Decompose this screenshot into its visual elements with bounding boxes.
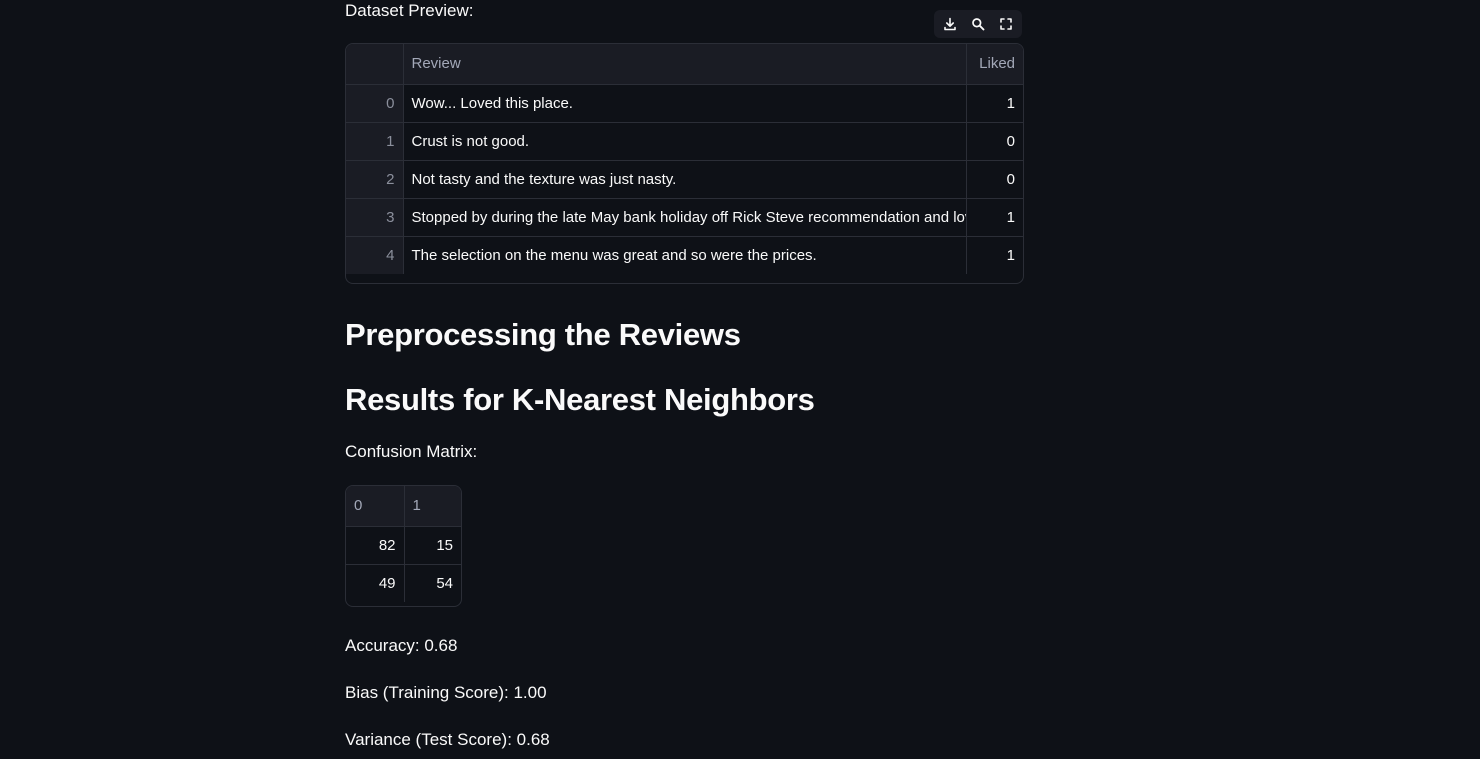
matrix-cell[interactable]: 49 (346, 564, 405, 602)
row-index: 0 (346, 84, 404, 123)
fullscreen-button[interactable] (994, 12, 1018, 36)
liked-cell[interactable]: 1 (966, 198, 1023, 237)
review-cell[interactable]: The selection on the menu was great and … (403, 236, 967, 274)
accuracy-text: Accuracy: 0.68 (345, 636, 458, 655)
table-row: 4 The selection on the menu was great an… (346, 236, 1023, 274)
table-header-row: 0 1 (346, 486, 461, 527)
liked-cell[interactable]: 0 (966, 122, 1023, 161)
table-row: 0 Wow... Loved this place. 1 (346, 84, 1023, 123)
liked-column-header[interactable]: Liked (966, 44, 1023, 85)
review-cell[interactable]: Not tasty and the texture was just nasty… (403, 160, 967, 199)
column-header-0[interactable]: 0 (346, 486, 405, 527)
matrix-cell[interactable]: 54 (404, 564, 461, 602)
review-cell[interactable]: Crust is not good. (403, 122, 967, 161)
dataset-preview-table[interactable]: Review Liked 0 Wow... Loved this place. … (345, 43, 1024, 284)
table-row: 1 Crust is not good. 0 (346, 122, 1023, 161)
variance-text: Variance (Test Score): 0.68 (345, 730, 550, 749)
matrix-cell[interactable]: 15 (404, 526, 461, 565)
liked-cell[interactable]: 1 (966, 84, 1023, 123)
table-header-row: Review Liked (346, 44, 1023, 85)
table-row: 82 15 (346, 526, 461, 565)
confusion-matrix-caption: Confusion Matrix: (345, 442, 478, 461)
liked-cell[interactable]: 0 (966, 160, 1023, 199)
results-heading: Results for K-Nearest Neighbors (345, 382, 815, 417)
table-row: 2 Not tasty and the texture was just nas… (346, 160, 1023, 199)
fullscreen-icon (999, 17, 1013, 31)
download-icon (943, 17, 957, 31)
preprocessing-heading: Preprocessing the Reviews (345, 317, 741, 352)
search-icon (971, 17, 985, 31)
table-row: 49 54 (346, 564, 461, 602)
row-index: 3 (346, 198, 404, 237)
dataset-preview-caption: Dataset Preview: (345, 1, 474, 20)
index-column-header[interactable] (346, 44, 404, 85)
row-index: 2 (346, 160, 404, 199)
row-index: 4 (346, 236, 404, 274)
review-cell[interactable]: Stopped by during the late May bank holi… (403, 198, 967, 237)
table-row: 3 Stopped by during the late May bank ho… (346, 198, 1023, 237)
search-button[interactable] (966, 12, 990, 36)
review-cell[interactable]: Wow... Loved this place. (403, 84, 967, 123)
dataframe-toolbar (934, 10, 1022, 38)
liked-cell[interactable]: 1 (966, 236, 1023, 274)
bias-text: Bias (Training Score): 1.00 (345, 683, 547, 702)
confusion-matrix-table[interactable]: 0 1 82 15 49 54 (345, 485, 462, 607)
matrix-cell[interactable]: 82 (346, 526, 405, 565)
review-column-header[interactable]: Review (403, 44, 967, 85)
row-index: 1 (346, 122, 404, 161)
download-button[interactable] (938, 12, 962, 36)
column-header-1[interactable]: 1 (404, 486, 461, 527)
